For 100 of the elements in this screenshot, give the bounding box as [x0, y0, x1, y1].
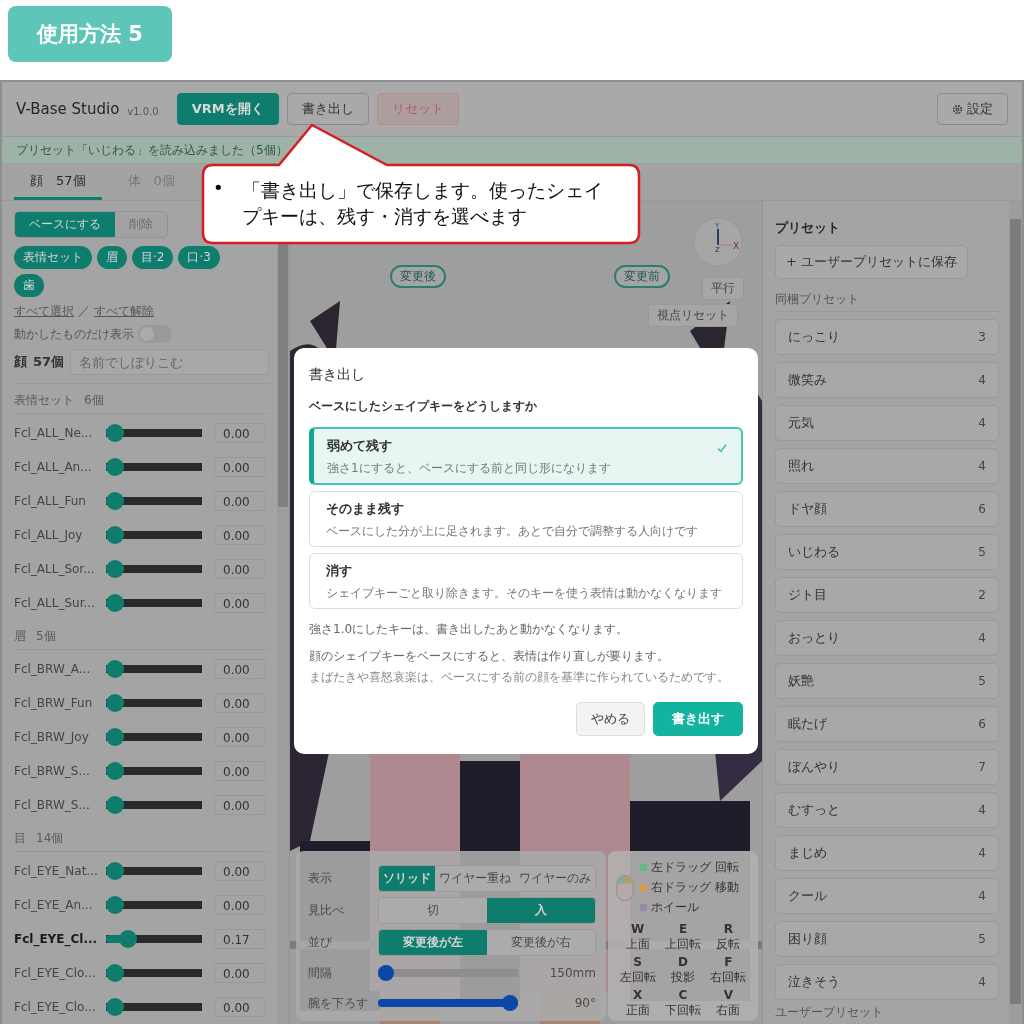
toolbar-button[interactable]: VRMを開く — [176, 93, 279, 125]
preset-item[interactable]: おっとり 4 — [775, 620, 999, 656]
value-field[interactable]: 0.00 — [214, 963, 266, 983]
segment-option[interactable]: 変更後が左 — [379, 929, 487, 955]
settings-button[interactable]: 設定 — [937, 93, 1008, 125]
value-field[interactable]: 0.00 — [214, 525, 266, 545]
value-field[interactable]: 0.00 — [214, 659, 266, 679]
preset-item[interactable]: むすっと 4 — [775, 792, 999, 828]
slider-thumb[interactable] — [106, 424, 124, 442]
reset-view-button[interactable]: 視点リセット — [648, 304, 738, 327]
slider-thumb[interactable] — [106, 796, 124, 814]
preset-item[interactable]: 微笑み 4 — [775, 362, 999, 398]
category-chip[interactable]: 目·2 — [132, 246, 174, 269]
option-title: 弱めて残す — [327, 437, 393, 455]
slider-thumb[interactable] — [378, 965, 394, 981]
shortcut-action: 投影 — [671, 969, 695, 986]
value-field[interactable]: 0.00 — [214, 761, 266, 781]
value-field[interactable]: 0.00 — [214, 593, 266, 613]
value-field[interactable]: 0.00 — [214, 997, 266, 1017]
value-field[interactable]: 0.00 — [214, 727, 266, 747]
shortcut-action: 下回転 — [665, 1002, 701, 1019]
deselect-all-link[interactable]: すべて解除 — [94, 303, 154, 320]
export-option[interactable]: 弱めて残す 強さ1にすると、ベースにする前と同じ形になります — [309, 427, 743, 485]
setting-label: 見比べ — [308, 901, 345, 919]
value-field[interactable]: 0.00 — [214, 895, 266, 915]
preset-item[interactable]: 元気 4 — [775, 405, 999, 441]
slider-thumb[interactable] — [106, 762, 124, 780]
dialog-button[interactable]: 書き出す — [653, 702, 743, 736]
toggle-label: 動かしたものだけ表示 — [14, 325, 134, 343]
preset-item[interactable]: 眠たげ 6 — [775, 706, 999, 742]
value-field[interactable]: 0.00 — [214, 559, 266, 579]
segment-option[interactable]: ワイヤーのみ — [515, 865, 595, 891]
projection-button[interactable]: 平行 — [702, 277, 744, 300]
setting-label: 腕を下ろす — [308, 994, 369, 1012]
slider-thumb[interactable] — [106, 998, 124, 1016]
shortcut-key: E — [678, 922, 688, 936]
check-icon — [717, 443, 727, 453]
value-field[interactable]: 0.00 — [214, 457, 266, 477]
slider-thumb[interactable] — [106, 862, 124, 880]
slider-thumb[interactable] — [106, 458, 124, 476]
slider-thumb[interactable] — [106, 492, 124, 510]
shape-key-name: Fcl_BRW_A... — [14, 662, 92, 676]
option-description: ベースにした分が上に足されます。あとで自分で調整する人向けです — [326, 523, 698, 540]
slider-thumb[interactable] — [106, 660, 124, 678]
preset-item[interactable]: 泣きそう 4 — [775, 964, 999, 1000]
slider-thumb[interactable] — [106, 694, 124, 712]
shape-key-name: Fcl_EYE_Nat... — [14, 864, 99, 878]
preset-item[interactable]: 照れ 4 — [775, 448, 999, 484]
preset-item[interactable]: 妖艶 5 — [775, 663, 999, 699]
toolbar-button[interactable]: 書き出し — [286, 93, 369, 125]
slider-thumb[interactable] — [119, 930, 138, 948]
save-preset-button[interactable]: + ユーザープリセットに保存 — [775, 245, 969, 279]
preset-item[interactable]: いじわる 5 — [775, 534, 999, 570]
value-field[interactable]: 0.00 — [214, 423, 266, 443]
slider-thumb[interactable] — [106, 896, 124, 914]
slider-thumb[interactable] — [106, 526, 124, 544]
export-option[interactable]: 消す シェイプキーごと取り除きます。そのキーを使う表情は動かなくなります — [309, 553, 743, 609]
value-field[interactable]: 0.00 — [214, 861, 266, 881]
category-chip[interactable]: 表情セット — [14, 246, 92, 269]
slider-thumb[interactable] — [106, 728, 124, 746]
scrollbar-thumb[interactable] — [1010, 219, 1021, 1004]
shortcut-action: 上回転 — [665, 936, 701, 953]
callout-text: 「書き出し」で保存します。使ったシェイプキーは、残す・消すを選べます — [241, 178, 604, 229]
preset-item[interactable]: ぼんやり 7 — [775, 749, 999, 785]
segment-option[interactable]: 入 — [487, 897, 595, 923]
category-chip[interactable]: 口·3 — [178, 246, 220, 269]
status-message: プリセット「いじわる」を読み込みました（5個） — [2, 137, 1022, 164]
segment-option[interactable]: ワイヤー重ね — [435, 865, 515, 891]
value-field[interactable]: 0.17 — [214, 929, 266, 949]
preset-item[interactable]: ジト目 2 — [775, 577, 999, 613]
value-field[interactable]: 0.00 — [214, 693, 266, 713]
dialog-note: まばたきや喜怒哀楽は、ベースにする前の顔を基準に作られているためです。 — [309, 669, 730, 686]
slider-thumb[interactable] — [106, 594, 124, 612]
preset-item[interactable]: まじめ 4 — [775, 835, 999, 871]
slider-thumb[interactable] — [502, 995, 518, 1011]
mode-toggle-option[interactable]: ベースにする — [15, 212, 115, 237]
preset-item[interactable]: にっこり 3 — [775, 319, 999, 355]
dialog-button[interactable]: やめる — [576, 702, 645, 736]
preset-item[interactable]: ドヤ顔 6 — [775, 491, 999, 527]
category-chip[interactable]: 歯 — [14, 274, 44, 297]
search-field[interactable]: 名前でしぼりこむ — [70, 349, 269, 375]
shape-key-name: Fcl_EYE_Clo... — [14, 1000, 97, 1014]
shape-key-name: Fcl_BRW_S... — [14, 764, 91, 778]
preset-item[interactable]: クール 4 — [775, 878, 999, 914]
value-field[interactable]: 0.00 — [214, 795, 266, 815]
select-all-link[interactable]: すべて選択 — [14, 303, 74, 320]
slider-thumb[interactable] — [106, 964, 124, 982]
value-field[interactable]: 0.00 — [214, 491, 266, 511]
section-heading: 同梱プリセット — [775, 291, 999, 312]
slider-thumb[interactable] — [106, 560, 124, 578]
setting-label: 表示 — [308, 869, 333, 887]
segment-option[interactable]: 変更後が右 — [487, 929, 595, 955]
category-chip[interactable]: 眉 — [97, 246, 127, 269]
segment-option[interactable]: ソリッド — [379, 865, 435, 891]
filter-count: 57個 — [33, 353, 65, 371]
export-option[interactable]: そのまま残す ベースにした分が上に足されます。あとで自分で調整する人向けです — [309, 491, 743, 547]
preset-item[interactable]: 困り顔 5 — [775, 921, 999, 957]
shape-key-name: Fcl_BRW_S... — [14, 798, 91, 812]
segment-option[interactable]: 切 — [379, 897, 487, 923]
shape-key-name: Fcl_EYE_Cl... — [14, 932, 99, 946]
